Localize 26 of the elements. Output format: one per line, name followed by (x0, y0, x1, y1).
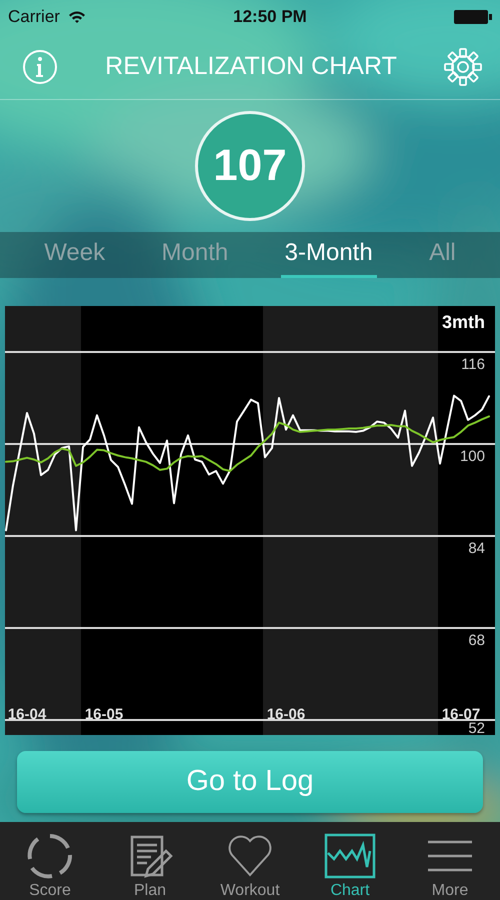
axis-label: 52 (468, 720, 485, 735)
settings-icon[interactable] (444, 48, 482, 86)
axis-label: 68 (468, 632, 485, 650)
tab-bar-item[interactable]: Chart (305, 830, 395, 900)
heart-icon (226, 833, 274, 879)
clock-time: 12:50 PM (233, 6, 307, 28)
axis-label: 16-04 (8, 706, 46, 723)
wifi-icon (68, 10, 86, 24)
axis-label: 16-07 (442, 706, 480, 723)
chart-icon (324, 833, 376, 879)
info-icon[interactable] (22, 48, 58, 84)
axis-label: 16-05 (84, 706, 124, 723)
period-tab[interactable]: 3-Month (280, 229, 377, 278)
tab-bar-item[interactable]: More (405, 830, 495, 900)
battery-icon (454, 9, 492, 25)
ring-icon (26, 833, 74, 879)
header-title: REVITALIZATION CHART (105, 50, 397, 82)
axis-label: 16-06 (266, 706, 306, 723)
axis-label: 100 (460, 448, 485, 466)
axis-label: 84 (468, 540, 485, 558)
tab-bar-item[interactable]: Workout (205, 830, 295, 900)
chart-title: 3mth (442, 312, 485, 332)
tab-bar-item[interactable]: Plan (105, 830, 195, 900)
carrier-label: Carrier (8, 6, 60, 28)
tab-bar-item[interactable]: Score (5, 830, 95, 900)
axis-label: 116 (461, 356, 485, 373)
